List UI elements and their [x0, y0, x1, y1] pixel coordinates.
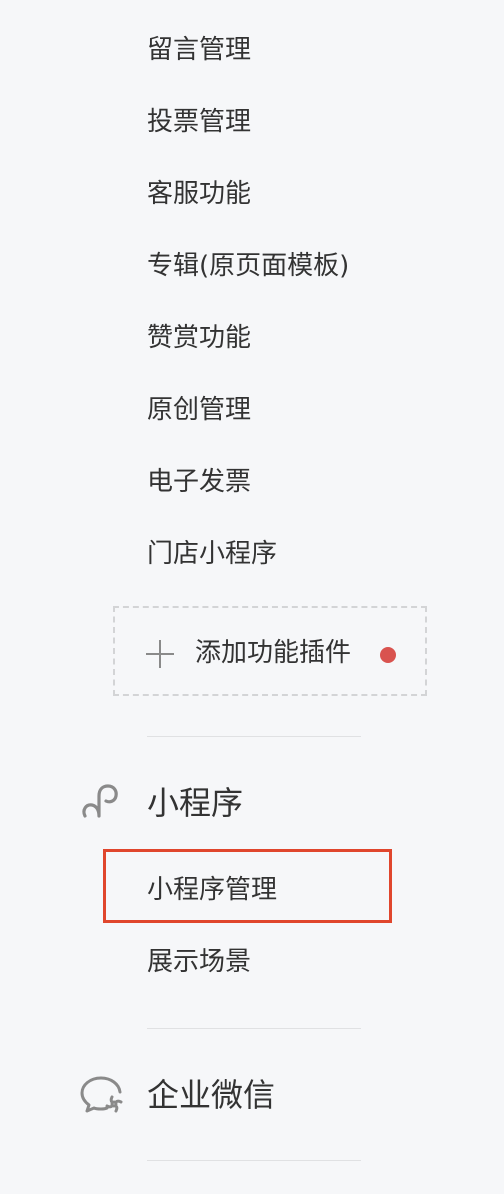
divider	[147, 736, 361, 737]
menu-item-comments[interactable]: 留言管理	[147, 30, 251, 70]
menu-item-customer-service[interactable]: 客服功能	[147, 174, 251, 214]
menu-item-original[interactable]: 原创管理	[147, 390, 251, 430]
divider	[147, 1028, 361, 1029]
menu-item-e-invoice[interactable]: 电子发票	[147, 462, 251, 502]
miniprogram-icon	[82, 784, 118, 818]
section-title-work-wechat[interactable]: 企业微信	[147, 1072, 275, 1118]
section-title-miniprogram[interactable]: 小程序	[147, 780, 243, 826]
add-plugin-label: 添加功能插件	[195, 638, 352, 668]
notification-dot	[380, 647, 396, 663]
menu-item-reward[interactable]: 赞赏功能	[147, 318, 251, 358]
divider	[147, 1160, 361, 1161]
menu-item-store-miniprogram[interactable]: 门店小程序	[147, 534, 277, 574]
menu-item-votes[interactable]: 投票管理	[147, 102, 251, 142]
menu-item-album[interactable]: 专辑(原页面模板)	[147, 246, 349, 286]
menu-item-display-scenes[interactable]: 展示场景	[147, 942, 251, 982]
add-plugin-button[interactable]: 添加功能插件	[113, 606, 427, 696]
highlight-box	[103, 849, 392, 923]
work-wechat-icon	[80, 1076, 123, 1113]
plus-icon	[146, 640, 174, 668]
